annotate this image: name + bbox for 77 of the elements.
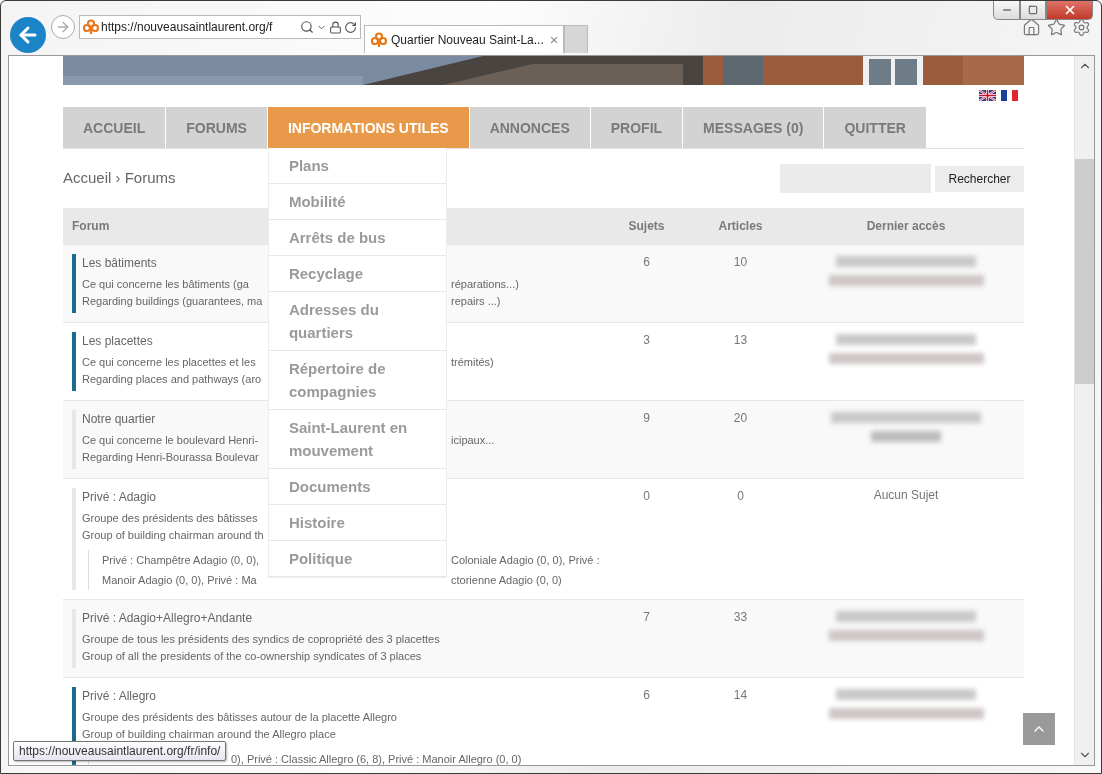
- subforum-list: ctorienne Adagio (0, 0): [451, 570, 562, 590]
- forum-title[interactable]: Notre quartier: [82, 412, 156, 426]
- forum-description: Regarding buildings (guarantees, ma: [82, 294, 263, 309]
- forum-description: Group of building chairman around th: [82, 528, 264, 543]
- forum-description: Regarding places and pathways (aro: [82, 372, 262, 387]
- settings-icon[interactable]: [1072, 17, 1091, 37]
- nav-tab[interactable]: INFORMATIONS UTILES: [267, 107, 469, 148]
- topic-count: 0: [643, 488, 650, 504]
- menu-item[interactable]: Plans: [268, 148, 446, 184]
- forum-description: Regarding Henri-Bourassa Boulevar: [82, 450, 259, 465]
- clover-logo-icon: [83, 19, 99, 35]
- forum-description: réparations...): [451, 277, 519, 292]
- blurred-text: [871, 431, 941, 442]
- nav-tab[interactable]: QUITTER: [824, 107, 926, 148]
- maximize-icon: [1028, 4, 1038, 15]
- post-count: 13: [733, 332, 748, 348]
- maximize-button[interactable]: [1020, 1, 1046, 20]
- post-count: 20: [733, 410, 748, 426]
- nav-tab[interactable]: FORUMS: [166, 107, 267, 148]
- nav-tab[interactable]: ACCUEIL: [63, 107, 166, 148]
- subforum-list: Coloniale Adagio (0, 0), Privé :: [451, 550, 600, 570]
- tab-close-button[interactable]: ×: [547, 31, 561, 48]
- refresh-icon[interactable]: [344, 20, 357, 34]
- uk-flag-icon[interactable]: [979, 90, 996, 101]
- close-button[interactable]: [1046, 1, 1093, 20]
- menu-item[interactable]: Mobilité: [268, 184, 446, 220]
- clover-logo-icon: [371, 31, 387, 48]
- forum-title[interactable]: Privé : Allegro: [82, 689, 157, 703]
- right-arrow-icon: [55, 19, 71, 35]
- post-count: 33: [733, 609, 748, 625]
- forum-description: Ce qui concerne les placettes et les: [82, 355, 256, 370]
- forum-description: Groupe des présidents des bâtisses: [82, 511, 258, 526]
- star-icon[interactable]: [1047, 17, 1066, 37]
- forum-title[interactable]: Privé : Adagio+Allegro+Andante: [82, 611, 253, 625]
- topic-count: 6: [643, 687, 650, 703]
- home-icon[interactable]: [1022, 17, 1041, 37]
- forum-description: Ce qui concerne le boulevard Henri-: [82, 433, 259, 448]
- post-count: 0: [737, 488, 744, 504]
- search-icon[interactable]: [300, 20, 314, 34]
- column-header: Articles: [693, 208, 788, 244]
- browser-tab[interactable]: Quartier Nouveau Saint-La... ×: [364, 25, 564, 53]
- topic-count: 6: [643, 254, 650, 270]
- forum-description: repairs ...): [451, 294, 501, 309]
- subforum-list: Privé : Champêtre Adagio (0, 0),: [102, 550, 260, 570]
- scrollbar-thumb[interactable]: [1075, 159, 1094, 384]
- forum-description: icipaux...: [451, 433, 495, 448]
- forum-description: trémités): [451, 355, 494, 370]
- forum-title[interactable]: Privé : Adagio: [82, 490, 157, 504]
- forum-description: Group of all the presidents of the co-ownership syndicates of 3 places: [82, 649, 423, 664]
- forum-title[interactable]: Les bâtiments: [82, 256, 157, 270]
- topic-count: 9: [643, 410, 650, 426]
- column-header: Sujets: [600, 208, 693, 244]
- nav-tab[interactable]: MESSAGES (0): [683, 107, 824, 148]
- topic-count: 3: [643, 332, 650, 348]
- address-bar[interactable]: https://nouveausaintlaurent.org/f: [79, 15, 361, 39]
- nav-tab[interactable]: ANNONCES: [469, 107, 590, 148]
- forward-button[interactable]: [51, 15, 75, 39]
- column-header: Dernier accès: [788, 208, 1024, 244]
- lock-icon[interactable]: [329, 20, 342, 34]
- forum-title[interactable]: Les placettes: [82, 334, 153, 348]
- breadcrumb: Accueil › Forums: [63, 169, 176, 186]
- post-count: 14: [733, 687, 748, 703]
- status-tooltip: https://nouveausaintlaurent.org/fr/info/: [13, 741, 227, 761]
- nav-tab[interactable]: PROFIL: [590, 107, 683, 148]
- forum-description: Group of building chairman around the Allegro place: [82, 727, 337, 742]
- search-button[interactable]: Rechercher: [935, 165, 1024, 192]
- forum-description: Ce qui concerne les bâtiments (ga: [82, 277, 249, 292]
- france-flag-icon[interactable]: [1001, 90, 1018, 101]
- subforum-list: 0), Privé : Classic Allegro (6, 8), Privé : Manoir Allegro (0, 0): [231, 749, 591, 765]
- minimize-button[interactable]: [993, 1, 1020, 20]
- forum-description: Groupe de tous les présidents des syndics de copropriété des 3 placettes: [82, 632, 441, 647]
- back-button[interactable]: [10, 17, 46, 53]
- subforum-list: Manoir Adagio (0, 0), Privé : Ma: [102, 570, 257, 590]
- post-count: 10: [733, 254, 748, 270]
- forum-description: Groupe des présidents des bâtisses autour de la placette Allegro: [82, 710, 398, 725]
- no-topic-text: Aucun Sujet: [873, 488, 939, 502]
- topic-count: 7: [643, 609, 650, 625]
